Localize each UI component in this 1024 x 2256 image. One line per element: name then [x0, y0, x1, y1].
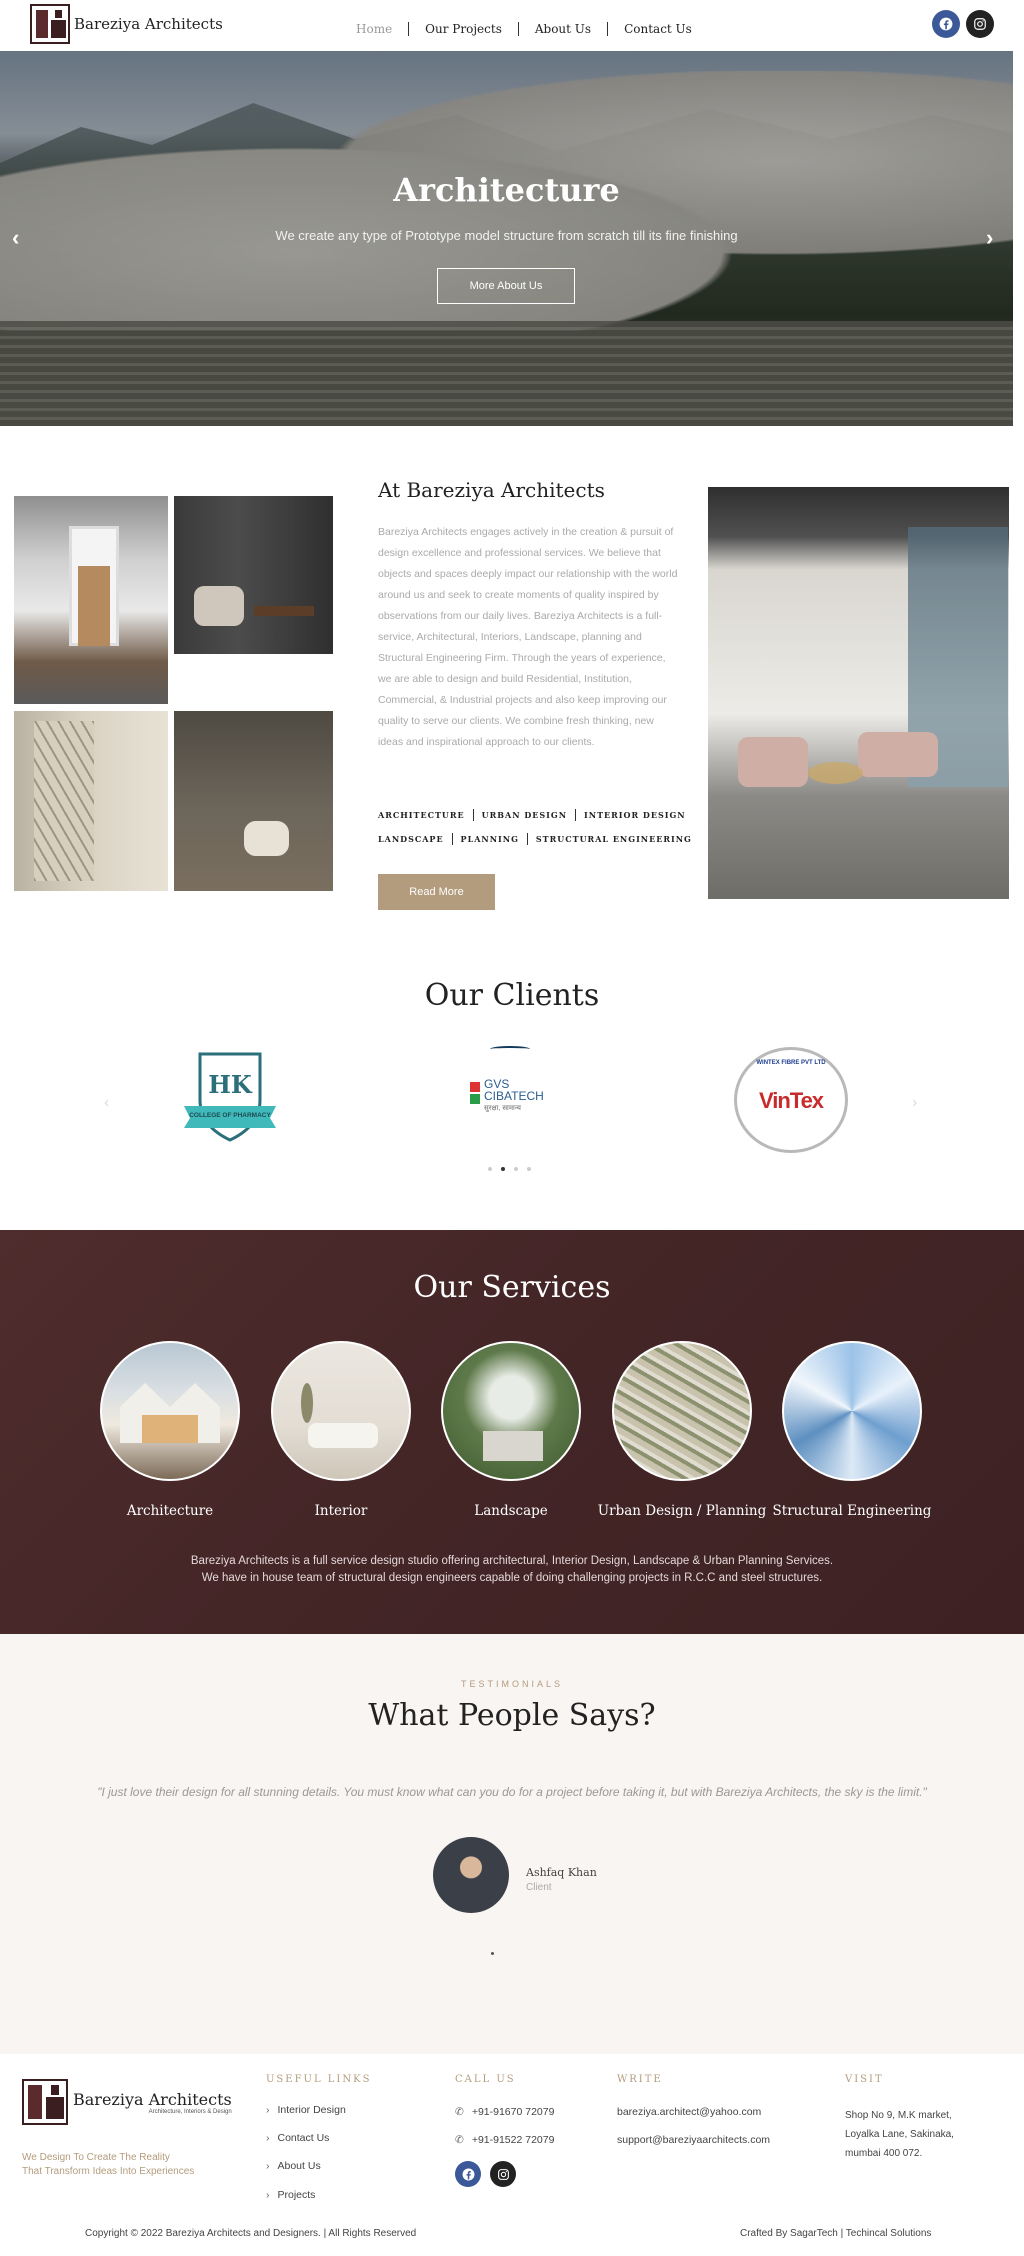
- tag-planning: PLANNING: [453, 833, 528, 845]
- footer-link-contact-us[interactable]: › Contact Us: [266, 2132, 329, 2144]
- carousel-dot-active[interactable]: [501, 1167, 505, 1171]
- tag-landscape: LANDSCAPE: [378, 833, 453, 845]
- phone-1[interactable]: ✆ +91-91670 72079: [455, 2106, 554, 2118]
- phone-2[interactable]: ✆ +91-91522 72079: [455, 2134, 554, 2146]
- footer-brand: Bareziya Architects: [73, 2089, 232, 2109]
- footer-tagline: We Design To Create The Reality That Tra…: [22, 2152, 195, 2177]
- tag-urban-design: URBAN DESIGN: [474, 809, 577, 821]
- phone-icon: ✆: [455, 2134, 464, 2146]
- service-urban-design-image: [612, 1341, 752, 1481]
- testimonials-title: What People Says?: [368, 1698, 656, 1733]
- client-logo-gvs: GVS CIBATECH सुरक्षा, सामान्य: [462, 1046, 556, 1116]
- service-architecture[interactable]: Architecture: [100, 1341, 240, 1519]
- chevron-right-icon: ›: [266, 2189, 270, 2201]
- testimonials-eyebrow: TESTIMONIALS: [460, 1679, 563, 1689]
- call-us-heading: CALL US: [455, 2074, 516, 2085]
- nav-about-us[interactable]: About Us: [519, 22, 609, 36]
- service-landscape-image: [441, 1341, 581, 1481]
- service-structural-engineering[interactable]: Structural Engineering: [773, 1341, 931, 1519]
- hero-slider: Architecture We create any type of Proto…: [0, 51, 1013, 426]
- footer-logo-mark-icon: [22, 2079, 68, 2125]
- footer-link-about-us[interactable]: › About Us: [266, 2160, 321, 2172]
- visit-heading: VISIT: [845, 2074, 884, 2085]
- footer-logo[interactable]: Bareziya Architects Architecture, Interi…: [22, 2079, 232, 2125]
- about-text: Bareziya Architects engages actively in …: [378, 526, 678, 748]
- brand-logo[interactable]: Bareziya Architects: [30, 4, 223, 44]
- about-photo-screen: [14, 711, 168, 891]
- email-1[interactable]: bareziya.architect@yahoo.com: [617, 2106, 761, 2118]
- nav-contact-us[interactable]: Contact Us: [608, 22, 708, 36]
- service-interior-image: [271, 1341, 411, 1481]
- hero-prev-arrow-icon[interactable]: ‹: [12, 225, 19, 251]
- about-photo-interior: [708, 487, 1009, 899]
- tag-structural-engineering: STRUCTURAL ENGINEERING: [535, 834, 692, 844]
- service-label: Landscape: [474, 1503, 548, 1519]
- read-more-button[interactable]: Read More: [378, 874, 495, 910]
- brand-name: Bareziya Architects: [74, 15, 223, 33]
- tag-interior-design: INTERIOR DESIGN: [584, 810, 686, 820]
- service-structural-engineering-image: [782, 1341, 922, 1481]
- clients-prev-icon[interactable]: ‹: [104, 1094, 109, 1112]
- testimonial-name: Ashfaq Khan: [526, 1866, 597, 1879]
- tag-architecture: ARCHITECTURE: [378, 809, 474, 821]
- logo-mark-icon: [30, 4, 70, 44]
- carousel-dot[interactable]: [514, 1167, 518, 1171]
- footer-link-interior-design[interactable]: › Interior Design: [266, 2104, 346, 2116]
- client-logo-vintex: VinTex WINTEX FIBRE PVT LTD: [734, 1047, 848, 1153]
- nav-home[interactable]: Home: [340, 22, 410, 36]
- about-photo-lounge: [174, 711, 333, 891]
- client-logo-hk: HK COLLEGE OF PHARMACY: [178, 1048, 282, 1144]
- footer-facebook-icon[interactable]: [455, 2161, 481, 2187]
- useful-links-heading: USEFUL LINKS: [266, 2074, 372, 2085]
- hero-next-arrow-icon[interactable]: ›: [986, 225, 993, 251]
- about-photo-chair: [174, 496, 333, 654]
- footer-link-projects[interactable]: › Projects: [266, 2189, 315, 2201]
- footer-address: Shop No 9, M.K market, Loyalka Lane, Sak…: [845, 2110, 954, 2159]
- credit-text[interactable]: Crafted By SagarTech | Techincal Solutio…: [740, 2228, 931, 2239]
- testimonials-section: TESTIMONIALS What People Says? "I just l…: [0, 1634, 1024, 2054]
- about-photo-house: [14, 496, 168, 704]
- service-label: Architecture: [126, 1503, 214, 1519]
- instagram-icon[interactable]: [966, 10, 994, 38]
- site-header: Bareziya Architects Home Our Projects Ab…: [0, 0, 1024, 52]
- more-about-us-button[interactable]: More About Us: [437, 268, 575, 304]
- testimonial-avatar: [433, 1837, 509, 1913]
- service-interior[interactable]: Interior: [271, 1341, 411, 1519]
- email-2[interactable]: support@bareziyaarchitects.com: [617, 2134, 770, 2146]
- footer-brand-sub: Architecture, Interiors & Design: [148, 2108, 232, 2115]
- service-tags-row-1: ARCHITECTURE URBAN DESIGN INTERIOR DESIG…: [378, 809, 694, 821]
- hero-subtitle: We create any type of Prototype model st…: [275, 228, 738, 243]
- service-landscape[interactable]: Landscape: [441, 1341, 581, 1519]
- main-nav: Home Our Projects About Us Contact Us: [340, 22, 708, 36]
- write-heading: WRITE: [617, 2074, 663, 2085]
- clients-pagination[interactable]: [488, 1167, 531, 1171]
- testimonial-quote: "I just love their design for all stunni…: [97, 1785, 927, 1799]
- chevron-right-icon: ›: [266, 2160, 270, 2172]
- nav-our-projects[interactable]: Our Projects: [409, 22, 519, 36]
- hero-title: Architecture: [393, 171, 620, 209]
- services-description: Bareziya Architects is a full service de…: [190, 1555, 834, 1584]
- testimonial-role: Client: [526, 1882, 552, 1893]
- service-architecture-image: [100, 1341, 240, 1481]
- services-title: Our Services: [413, 1270, 611, 1305]
- carousel-dot[interactable]: [527, 1167, 531, 1171]
- facebook-icon[interactable]: [932, 10, 960, 38]
- copyright-text: Copyright © 2022 Bareziya Architects and…: [85, 2228, 417, 2239]
- footer-instagram-icon[interactable]: [490, 2161, 516, 2187]
- about-title: At Bareziya Architects: [378, 478, 605, 502]
- service-tags-row-2: LANDSCAPE PLANNING STRUCTURAL ENGINEERIN…: [378, 833, 700, 845]
- phone-icon: ✆: [455, 2106, 464, 2118]
- services-section: Our Services Architecture Interior Lands…: [0, 1230, 1024, 1634]
- testimonial-dot[interactable]: [491, 1952, 494, 1955]
- clients-title: Our Clients: [424, 978, 600, 1013]
- chevron-right-icon: ›: [266, 2132, 270, 2144]
- clients-next-icon[interactable]: ›: [912, 1094, 917, 1112]
- chevron-right-icon: ›: [266, 2104, 270, 2116]
- service-label: Structural Engineering: [772, 1503, 932, 1519]
- service-urban-design[interactable]: Urban Design / Planning: [598, 1341, 766, 1519]
- carousel-dot[interactable]: [488, 1167, 492, 1171]
- site-footer: Bareziya Architects Architecture, Interi…: [0, 2054, 1024, 2256]
